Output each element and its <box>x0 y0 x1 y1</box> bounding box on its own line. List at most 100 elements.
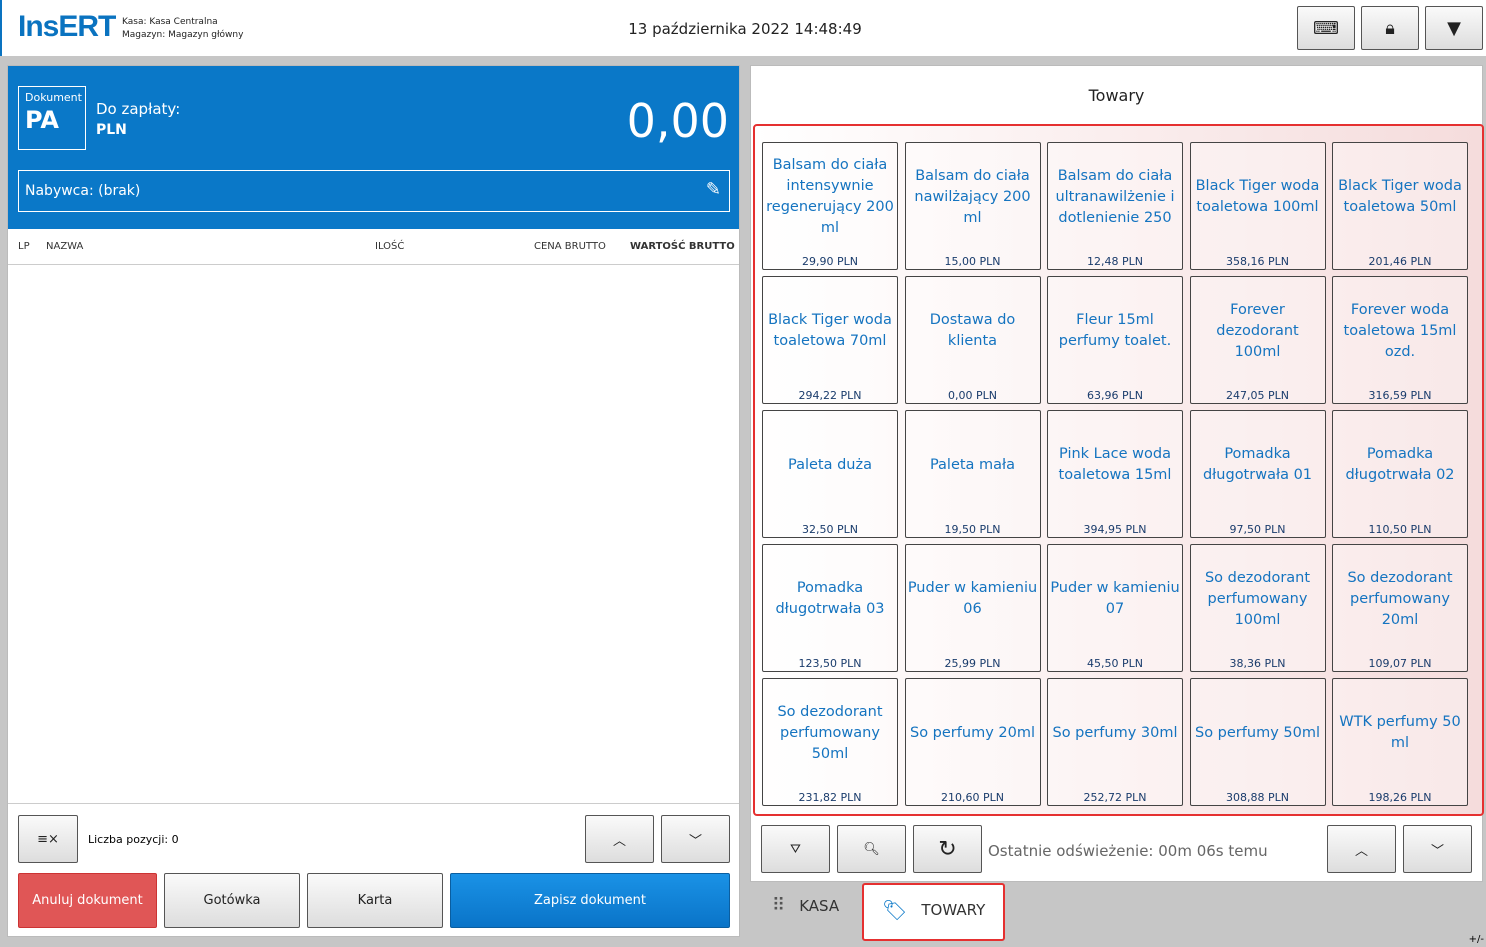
cancel-document-button[interactable]: Anuluj dokument <box>18 873 157 928</box>
product-name: Puder w kamieniu 07 <box>1050 580 1180 617</box>
chevron-down-icon: ﹀ <box>688 833 702 849</box>
col-lp: LP <box>18 241 30 252</box>
product-price: 316,59 PLN <box>1368 389 1432 402</box>
product-name: Paleta duża <box>788 456 872 473</box>
product-tile[interactable]: So dezodorant perfumowany 20ml 109,07 PLN <box>1332 544 1468 672</box>
caret-down-icon: ▼ <box>1447 17 1461 39</box>
product-price: 198,26 PLN <box>1368 791 1432 804</box>
product-tile[interactable]: Puder w kamieniu 07 45,50 PLN <box>1047 544 1183 672</box>
product-price: 15,00 PLN <box>944 255 1001 268</box>
lock-icon: 🔒︎ <box>1385 17 1395 39</box>
product-name: So dezodorant perfumowany 20ml <box>1347 569 1453 628</box>
product-price: 123,50 PLN <box>798 657 862 670</box>
tab-towary[interactable]: 🏷︎ TOWARY <box>862 883 1005 941</box>
product-price: 25,99 PLN <box>944 657 1001 670</box>
product-tile[interactable]: Black Tiger woda toaletowa 70ml 294,22 PL… <box>762 276 898 404</box>
product-name: So perfumy 50ml <box>1195 724 1320 741</box>
corner-toggle[interactable]: +/- <box>1469 934 1484 945</box>
tags-icon: 🏷︎ <box>882 898 908 922</box>
product-tile[interactable]: Pomadka długotrwała 03 123,50 PLN <box>762 544 898 672</box>
product-tile[interactable]: So dezodorant perfumowany 100ml 38,36 PLN <box>1189 544 1326 672</box>
edit-icon[interactable]: ✎ <box>706 179 721 200</box>
document-type-code: PA <box>25 106 59 134</box>
product-price: 63,96 PLN <box>1087 389 1143 402</box>
product-price: 252,72 PLN <box>1083 791 1147 804</box>
product-price: 45,50 PLN <box>1087 657 1143 670</box>
chevron-up-icon: ︿ <box>1354 843 1368 859</box>
top-bar: InsERT Kasa: Kasa Centralna Magazyn: Maga… <box>0 0 1486 56</box>
products-panel: Towary Balsam do ciała intensywnie regen… <box>750 65 1484 882</box>
refresh-button[interactable]: ↻ <box>913 825 982 873</box>
clear-list-icon: ≡× <box>37 831 59 847</box>
product-name: Balsam do ciała intensywnie regenerujący… <box>766 157 894 236</box>
refresh-icon: ↻ <box>938 836 957 862</box>
product-price: 19,50 PLN <box>944 523 1001 536</box>
clear-list-button[interactable]: ≡× <box>18 815 78 863</box>
product-tile[interactable]: So perfumy 20ml 210,60 PLN <box>904 678 1041 806</box>
product-price: 308,88 PLN <box>1226 791 1289 804</box>
product-price: 0,00 PLN <box>948 389 997 402</box>
scroll-up-button[interactable]: ︿ <box>585 815 654 863</box>
buyer-label: Nabywca: (brak) <box>25 183 141 199</box>
save-document-button[interactable]: Zapisz dokument <box>450 873 730 928</box>
product-name: So dezodorant perfumowany 100ml <box>1204 569 1311 628</box>
tab-kasa-label: KASA <box>799 896 840 915</box>
last-refresh: Ostatnie odświeżenie: 00m 06s temu <box>988 842 1268 860</box>
product-tile[interactable]: Balsam do ciała intensywnie regenerujący… <box>762 142 898 270</box>
product-tile[interactable]: Balsam do ciała ultranawilżenie i dotlen… <box>1047 142 1183 270</box>
cash-button[interactable]: Gotówka <box>164 873 300 928</box>
product-tile[interactable]: Dostawa do klienta 0,00 PLN <box>904 276 1041 404</box>
product-name: Pink Lace woda toaletowa 15ml <box>1058 446 1172 483</box>
product-price: 109,07 PLN <box>1368 657 1432 670</box>
product-tile[interactable]: Balsam do ciała nawilżający 200 ml 15,00 … <box>904 142 1041 270</box>
product-price: 358,16 PLN <box>1226 255 1289 268</box>
search-icon: 🔍︎ <box>863 841 880 857</box>
product-name: Balsam do ciała ultranawilżenie i dotlen… <box>1055 167 1175 226</box>
filter-button[interactable]: ⛛ <box>761 825 830 873</box>
product-price: 247,05 PLN <box>1226 389 1289 402</box>
product-name: Dostawa do klienta <box>929 312 1016 349</box>
product-tile[interactable]: Forever dezodorant 100ml 247,05 PLN <box>1189 276 1326 404</box>
product-name: Black Tiger woda toaletowa 70ml <box>768 312 892 349</box>
product-tile[interactable]: Forever woda toaletowa 15ml ozd. 316,59 P… <box>1332 276 1468 404</box>
product-price: 201,46 PLN <box>1368 255 1432 268</box>
keyboard-button[interactable]: ⌨ <box>1297 6 1355 50</box>
product-tile[interactable]: Black Tiger woda toaletowa 50ml 201,46 PL… <box>1332 142 1468 270</box>
product-tile[interactable]: So dezodorant perfumowany 50ml 231,82 PLN <box>762 678 898 806</box>
col-value: WARTOŚĆ BRUTTO <box>630 241 735 252</box>
datetime: 13 października 2022 14:48:49 <box>628 20 862 38</box>
product-tile[interactable]: Pomadka długotrwała 01 97,50 PLN <box>1189 410 1326 538</box>
product-tile[interactable]: Puder w kamieniu 06 25,99 PLN <box>904 544 1041 672</box>
col-price: CENA BRUTTO <box>534 241 606 252</box>
product-tile[interactable]: Paleta duża 32,50 PLN <box>762 410 898 538</box>
products-scroll-down-button[interactable]: ﹀ <box>1403 825 1472 873</box>
tab-kasa[interactable]: ⠿ KASA <box>772 895 839 916</box>
product-tile[interactable]: WTK perfumy 50 ml 198,26 PLN <box>1332 678 1468 806</box>
product-tile[interactable]: Paleta mała 19,50 PLN <box>904 410 1041 538</box>
product-tile[interactable]: Fleur 15ml perfumy toalet. 63,96 PLN <box>1047 276 1183 404</box>
product-price: 32,50 PLN <box>802 523 858 536</box>
product-tile[interactable]: Pink Lace woda toaletowa 15ml 394,95 PLN <box>1047 410 1183 538</box>
lock-button[interactable]: 🔒︎ <box>1361 6 1419 50</box>
product-name: So perfumy 20ml <box>910 724 1035 741</box>
products-scroll-up-button[interactable]: ︿ <box>1327 825 1396 873</box>
product-name: So dezodorant perfumowany 50ml <box>777 703 883 762</box>
product-name: Puder w kamieniu 06 <box>907 580 1038 617</box>
scroll-down-button[interactable]: ﹀ <box>661 815 730 863</box>
menu-dropdown-button[interactable]: ▼ <box>1425 6 1483 50</box>
product-tile[interactable]: So perfumy 50ml 308,88 PLN <box>1189 678 1326 806</box>
product-grid: Balsam do ciała intensywnie regenerujący… <box>753 124 1484 816</box>
product-name: So perfumy 30ml <box>1052 724 1178 741</box>
product-tile[interactable]: So perfumy 30ml 252,72 PLN <box>1047 678 1183 806</box>
product-price: 12,48 PLN <box>1087 255 1143 268</box>
search-button[interactable]: 🔍︎ <box>837 825 906 873</box>
tab-towary-label: TOWARY <box>921 901 986 919</box>
product-name: Fleur 15ml perfumy toalet. <box>1058 312 1172 349</box>
product-tile[interactable]: Black Tiger woda toaletowa 100ml 358,16 P… <box>1189 142 1326 270</box>
document-type[interactable]: Dokument PA <box>18 86 86 150</box>
product-name: Paleta mała <box>929 456 1016 473</box>
product-tile[interactable]: Pomadka długotrwała 02 110,50 PLN <box>1332 410 1468 538</box>
buyer-field[interactable]: Nabywca: (brak) ✎ <box>18 170 730 212</box>
card-button[interactable]: Karta <box>307 873 443 928</box>
col-qty: ILOŚĆ <box>375 241 405 252</box>
